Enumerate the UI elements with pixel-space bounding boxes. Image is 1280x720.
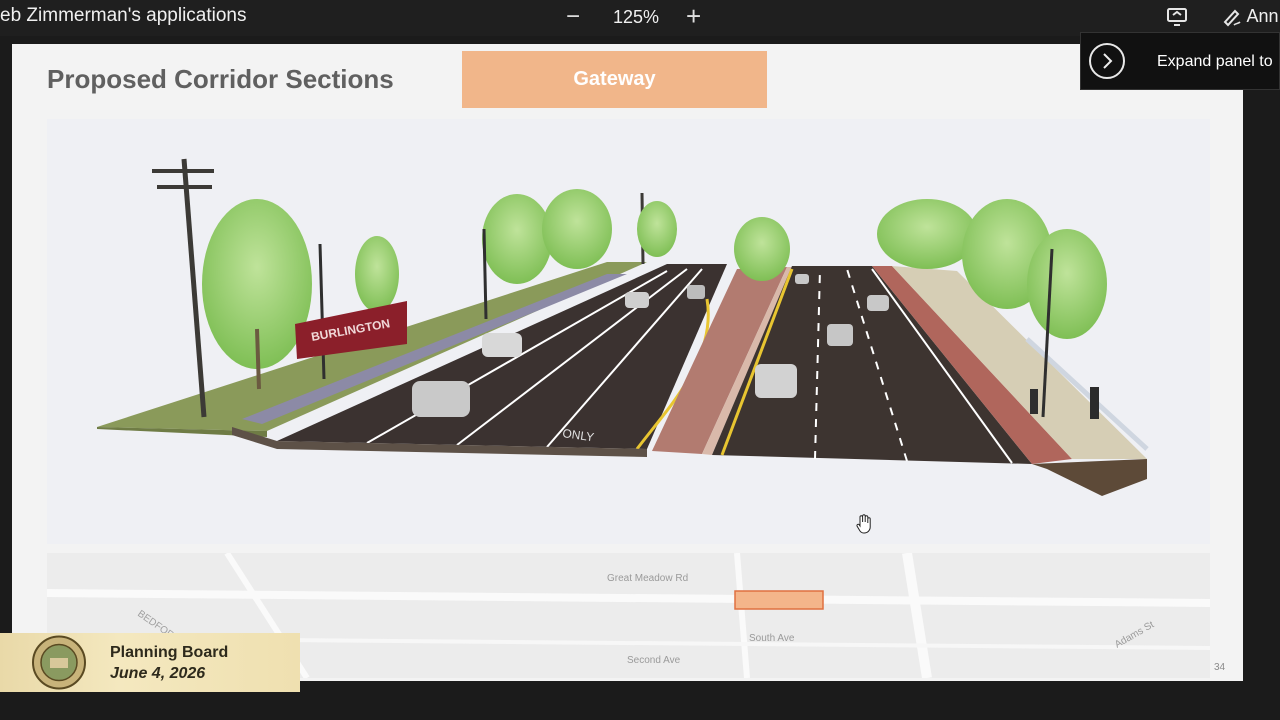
hand-cursor-icon bbox=[856, 514, 871, 534]
badge-date: June 4, 2026 bbox=[110, 665, 206, 682]
window-title: eb Zimmerman's applications bbox=[0, 5, 247, 26]
badge-title: Planning Board bbox=[110, 644, 229, 661]
map-label: Great Meadow Rd bbox=[607, 573, 688, 584]
pen-icon bbox=[1223, 9, 1241, 26]
map-label: Second Ave bbox=[627, 655, 681, 666]
slide-number: 34 bbox=[1214, 662, 1226, 673]
gateway-highlight bbox=[734, 590, 824, 610]
planning-board-badge: Planning Board June 4, 2026 bbox=[0, 633, 300, 692]
corridor-rendering: ONLY BURLINGTON bbox=[47, 119, 1210, 544]
town-seal-icon bbox=[32, 635, 86, 690]
slide-title: Proposed Corridor Sections bbox=[47, 64, 394, 94]
map-label: South Ave bbox=[749, 633, 795, 644]
share-screen-icon[interactable] bbox=[1166, 7, 1188, 27]
zoom-in-button[interactable]: + bbox=[686, 1, 701, 32]
section-tag: Gateway bbox=[462, 51, 767, 108]
expand-panel-button[interactable]: Expand panel to bbox=[1080, 32, 1280, 90]
expand-panel-label: Expand panel to bbox=[1157, 53, 1273, 70]
app-topbar: eb Zimmerman's applications − 125% + Ann bbox=[0, 0, 1280, 36]
annotate-label: Ann bbox=[1246, 6, 1279, 26]
zoom-level: 125% bbox=[613, 7, 660, 27]
chevron-right-icon bbox=[1089, 43, 1125, 79]
zoom-out-button[interactable]: − bbox=[566, 3, 580, 31]
annotate-button[interactable]: Ann bbox=[1222, 6, 1278, 30]
